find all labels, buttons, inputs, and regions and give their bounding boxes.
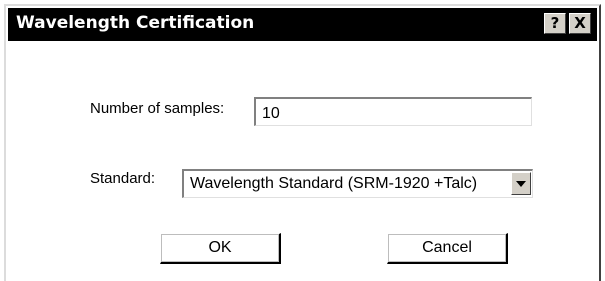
chevron-down-icon bbox=[516, 181, 526, 187]
number-of-samples-label: Number of samples: bbox=[90, 100, 225, 117]
help-button[interactable]: ? bbox=[544, 13, 566, 34]
title-bar[interactable]: Wavelength Certification ? X bbox=[8, 8, 597, 41]
ok-button[interactable]: OK bbox=[160, 233, 281, 264]
standard-dropdown-button[interactable] bbox=[511, 172, 531, 195]
standard-selected-value: Wavelength Standard (SRM-1920 +Talc) bbox=[190, 175, 478, 192]
cancel-button[interactable]: Cancel bbox=[387, 233, 508, 264]
wavelength-certification-dialog: Wavelength Certification ? X Number of s… bbox=[4, 4, 601, 281]
close-button[interactable]: X bbox=[569, 13, 591, 34]
dialog-title: Wavelength Certification bbox=[16, 13, 255, 33]
standard-label: Standard: bbox=[90, 170, 156, 187]
standard-select[interactable]: Wavelength Standard (SRM-1920 +Talc) bbox=[182, 169, 533, 198]
number-of-samples-input[interactable] bbox=[254, 97, 532, 126]
